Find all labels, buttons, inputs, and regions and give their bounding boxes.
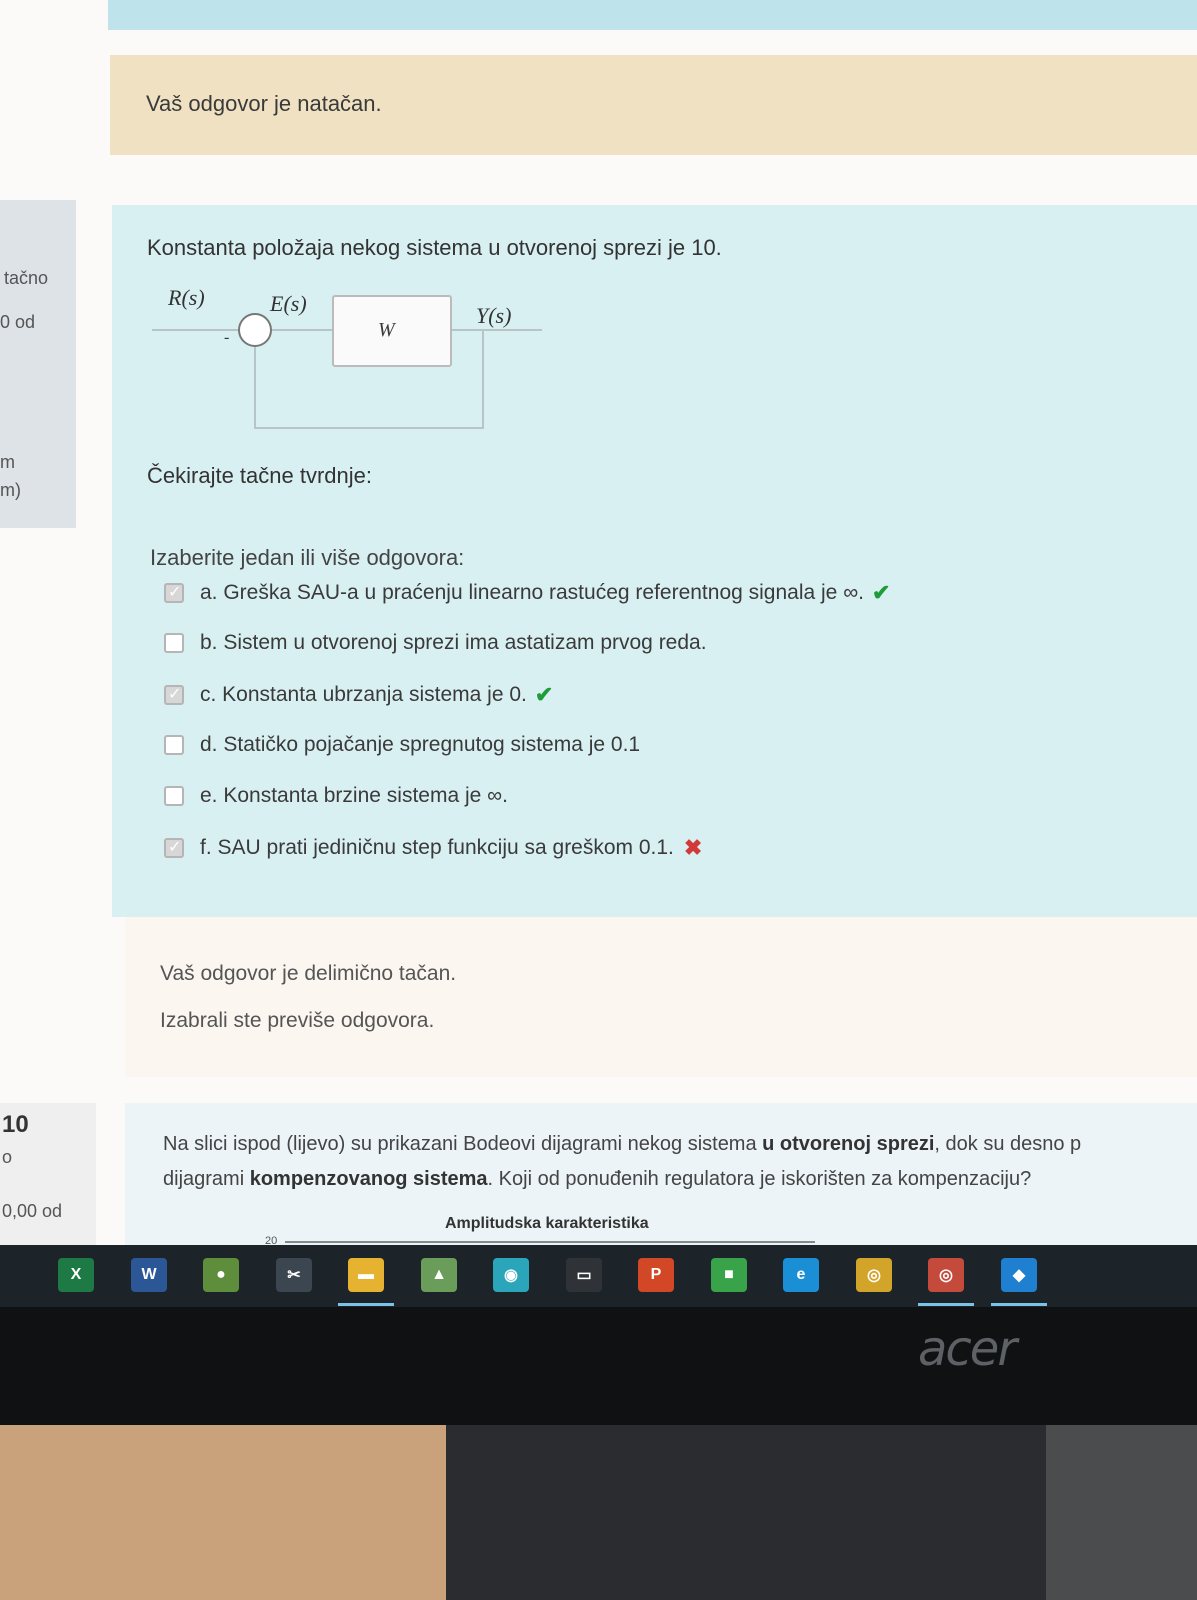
bode-chart-tick: 20	[265, 1235, 278, 1245]
photos-icon[interactable]: ◆	[1001, 1258, 1037, 1292]
answer-feedback: Vaš odgovor je delimično tačan. Izabrali…	[125, 917, 1197, 1077]
active-app-indicator	[918, 1303, 974, 1306]
previous-question-strip	[108, 0, 1197, 30]
feedback-wire	[254, 427, 484, 429]
monitor-bezel: acer	[0, 1307, 1197, 1425]
correct-check-icon: ✔	[534, 682, 554, 707]
monitor-logo: acer	[918, 1321, 1017, 1377]
error-wire	[272, 329, 332, 331]
option-checkbox[interactable]	[164, 684, 184, 705]
question-info-line: m)	[0, 480, 21, 500]
output-label: Y(s)	[476, 303, 512, 328]
option-checkbox[interactable]	[164, 633, 184, 653]
text-part: Na slici ispod (lijevo) su prikazani Bod…	[163, 1133, 763, 1155]
feedback-line: Izabrali ste previše odgovora.	[160, 1009, 435, 1032]
question-points: 0,00 od	[2, 1201, 63, 1221]
question-info-panel: tačno 0 od m m)	[0, 200, 76, 528]
question-status: o	[2, 1147, 13, 1167]
feedback-wire	[254, 347, 256, 427]
file-explorer-icon[interactable]: ▬	[348, 1258, 384, 1292]
answer-option[interactable]: e. Konstanta brzine sistema je ∞.	[164, 784, 508, 808]
matlab-icon[interactable]: ▲	[421, 1258, 457, 1292]
correct-check-icon: ✔	[872, 580, 891, 605]
option-label: b. Sistem u otvorenoj sprezi ima astatiz…	[200, 631, 707, 654]
question-card: Na slici ispod (lijevo) su prikazani Bod…	[125, 1103, 1197, 1245]
feedback-wire	[482, 329, 484, 429]
plant-block: W	[332, 295, 452, 367]
browser-viewport: Vaš odgovor je natačan. tačno 0 od m m) …	[0, 0, 1197, 1245]
feedback-line: Vaš odgovor je delimično tačan.	[160, 962, 457, 985]
monitor-stand	[446, 1425, 1046, 1600]
text-part: dijagrami	[163, 1168, 250, 1190]
chrome-alt-icon[interactable]: ◎	[928, 1258, 964, 1292]
bold-text: kompenzovanog sistema	[249, 1168, 488, 1190]
option-label: d. Statičko pojačanje spregnutog sistema…	[200, 733, 641, 756]
answer-option[interactable]: d. Statičko pojačanje spregnutog sistema…	[164, 733, 640, 757]
edge-icon[interactable]: e	[783, 1258, 819, 1292]
excel-icon[interactable]: X	[58, 1258, 94, 1292]
minus-sign: -	[224, 329, 230, 346]
input-label: R(s)	[168, 285, 205, 310]
question-info-panel: 10 o 0,00 od	[0, 1103, 96, 1245]
answer-option[interactable]: b. Sistem u otvorenoj sprezi ima astatiz…	[164, 631, 707, 655]
monitor-stand-side	[1046, 1425, 1197, 1600]
chrome-icon[interactable]: ◎	[856, 1258, 892, 1292]
teams-icon[interactable]: ●	[203, 1258, 239, 1292]
instruction-text: Čekirajte tačne tvrdnje:	[147, 463, 372, 488]
text-part: , dok su desno p	[934, 1133, 1082, 1155]
answer-option[interactable]: f. SAU prati jediničnu step funkciju sa …	[164, 835, 702, 861]
option-checkbox[interactable]	[164, 735, 184, 755]
output-wire	[452, 329, 542, 331]
question-info-line: m	[0, 452, 15, 472]
bold-text: u otvorenoj sprezi	[762, 1133, 935, 1155]
option-checkbox[interactable]	[164, 582, 184, 603]
word-icon[interactable]: W	[131, 1258, 167, 1292]
option-label: f. SAU prati jediničnu step funkciju sa …	[200, 836, 674, 859]
error-label: E(s)	[270, 291, 307, 316]
snipping-icon[interactable]: ✂	[276, 1258, 312, 1292]
option-checkbox[interactable]	[164, 837, 184, 858]
bode-chart-title: Amplitudska karakteristika	[445, 1215, 649, 1232]
app-icon[interactable]: ◉	[493, 1258, 529, 1292]
question-points: 0 od	[0, 312, 36, 332]
question-status: tačno	[4, 268, 49, 288]
answer-option[interactable]: a. Greška SAU-a u praćenju linearno rast…	[164, 580, 890, 606]
text-part: . Koji od ponuđenih regulatora je iskori…	[487, 1168, 1032, 1190]
plant-label: W	[378, 319, 395, 341]
question-text: Na slici ispod (lijevo) su prikazani Bod…	[163, 1127, 1197, 1197]
feedback-message: Vaš odgovor je natačan.	[146, 91, 382, 116]
question-card: Konstanta položaja nekog sistema u otvor…	[112, 205, 1197, 917]
question-text: Konstanta položaja nekog sistema u otvor…	[147, 235, 722, 260]
terminal-icon[interactable]: ▭	[566, 1258, 602, 1292]
active-app-indicator	[991, 1303, 1047, 1306]
wrong-cross-icon: ✖	[683, 835, 703, 860]
store-icon[interactable]: ■	[711, 1258, 747, 1292]
powerpoint-icon[interactable]: P	[638, 1258, 674, 1292]
option-label: c. Konstanta ubrzanja sistema je 0.	[200, 683, 527, 706]
taskbar: X W ● ✂ ▬ ▲ ◉ ▭ P ■ e ◎ ◎ ◆	[0, 1245, 1197, 1307]
option-label: e. Konstanta brzine sistema je ∞.	[200, 784, 508, 807]
bode-chart-axis	[285, 1241, 815, 1243]
answer-feedback-top: Vaš odgovor je natačan.	[110, 55, 1197, 155]
option-checkbox[interactable]	[164, 786, 184, 806]
summing-junction	[238, 313, 272, 347]
block-diagram: W R(s) E(s) Y(s) -	[152, 285, 552, 445]
option-label: a. Greška SAU-a u praćenju linearno rast…	[200, 581, 865, 604]
active-app-indicator	[338, 1303, 394, 1306]
question-number: 10	[2, 1111, 29, 1138]
answer-option[interactable]: c. Konstanta ubrzanja sistema je 0. ✔	[164, 682, 553, 708]
answer-prompt: Izaberite jedan ili više odgovora:	[150, 545, 465, 570]
